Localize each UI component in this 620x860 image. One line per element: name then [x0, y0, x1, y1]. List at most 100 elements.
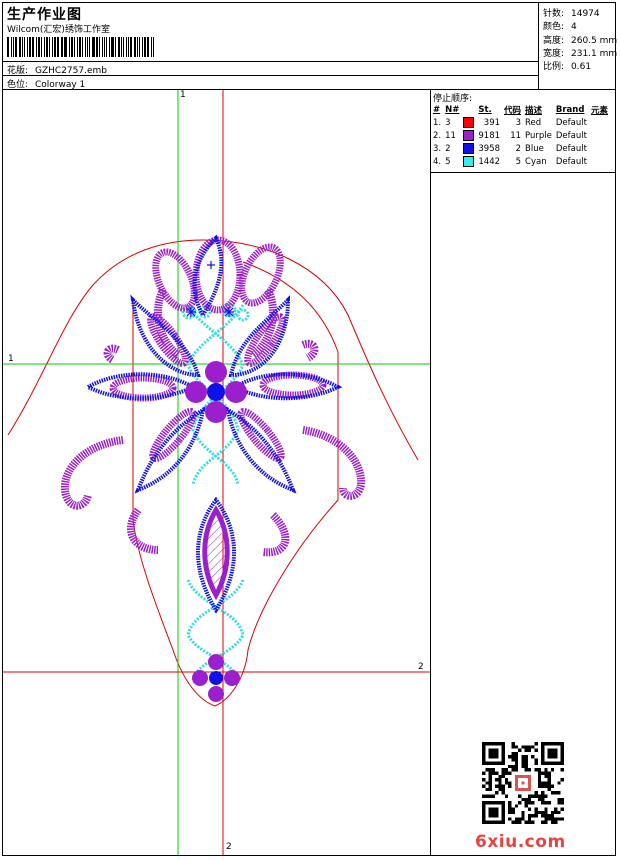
- barcode-bar: [134, 37, 136, 57]
- qr-module: [524, 801, 528, 805]
- barcode-bar: [37, 37, 41, 57]
- stop-num: 3.: [433, 143, 442, 154]
- qr-module: [527, 807, 532, 811]
- qr-module: [550, 791, 555, 795]
- barcode-bar: [51, 37, 53, 57]
- qr-module: [544, 784, 548, 788]
- divider: [3, 61, 539, 62]
- color-code: 2: [515, 143, 522, 154]
- qr-module: [488, 781, 492, 785]
- qr-module: [550, 784, 555, 788]
- qr-module: [534, 742, 538, 746]
- qr-module: [521, 758, 525, 762]
- qr-module: [514, 768, 519, 772]
- qr-module: [521, 781, 525, 785]
- qr-module: [537, 781, 542, 785]
- color-swatch-box: [463, 156, 475, 167]
- qr-module: [504, 768, 509, 772]
- element: [589, 142, 610, 155]
- stat-height: 高度: 260.5 mm: [543, 36, 618, 46]
- barcode-bar: [85, 37, 87, 57]
- qr-module: [560, 778, 564, 782]
- qr-module: [495, 771, 499, 775]
- qr-module: [544, 794, 548, 798]
- qr-module: [521, 797, 525, 802]
- barcode-bar: [14, 37, 17, 57]
- qr-module: [514, 745, 519, 749]
- qr-module: [534, 748, 538, 752]
- qr-module: [554, 817, 558, 821]
- qr-module: [544, 771, 548, 775]
- qr-module: [547, 748, 558, 759]
- qr-module: [508, 784, 512, 788]
- qr-module: [514, 820, 519, 824]
- stop-sequence-table: # N# St. 代码 描述 Brand 元素 1. 3 391 3 Red Defaul…: [431, 103, 610, 168]
- barcode-bar: [95, 37, 98, 57]
- qr-module: [527, 817, 532, 821]
- qr-module: [527, 814, 532, 818]
- qr-module: [544, 814, 548, 818]
- qr-module: [537, 774, 542, 779]
- qr-module: [524, 761, 528, 765]
- barcode-bar: [78, 37, 81, 57]
- qr-module: [495, 784, 499, 788]
- barcode-bar: [29, 37, 31, 57]
- barcode-bar: [141, 37, 143, 57]
- barcode-bar: [73, 37, 75, 57]
- stop-num: 2.: [433, 130, 442, 141]
- qr-module: [514, 755, 519, 759]
- qr-module: [511, 810, 515, 815]
- qr-module: [518, 817, 522, 821]
- qr-module: [514, 751, 519, 756]
- qr-module: [485, 787, 489, 792]
- qr-module: [508, 781, 512, 785]
- barcode-bar: [53, 37, 56, 57]
- qr-module: [560, 807, 564, 811]
- qr-module: [485, 781, 489, 785]
- qr-module: [518, 820, 522, 824]
- barcode-bar: [143, 37, 147, 57]
- table-row: 3. 2 3958 2 Blue Default: [431, 142, 610, 155]
- qr-module: [544, 817, 548, 821]
- qr-module: [531, 755, 535, 759]
- qr-module: [482, 771, 486, 775]
- qr-module: [524, 748, 528, 752]
- barcode-bar: [151, 37, 153, 57]
- qr-module: [498, 787, 502, 792]
- barcode-bar: [136, 37, 138, 57]
- qr-module: [550, 814, 555, 818]
- qr-module: [482, 784, 486, 788]
- qr-module: [541, 771, 545, 775]
- qr-module: [547, 817, 551, 821]
- qr-module: [488, 778, 492, 782]
- qr-module: [511, 807, 515, 811]
- stat-stitches: 针数: 14974: [543, 9, 600, 19]
- qr-module: [524, 820, 528, 824]
- barcode: [7, 37, 155, 57]
- barcode-bar: [128, 37, 130, 57]
- qr-module: [498, 781, 502, 785]
- qr-module: [511, 745, 515, 749]
- qr-module: [511, 751, 515, 756]
- qr-module: [488, 748, 499, 759]
- thread-brand: Default: [555, 117, 587, 128]
- thread-brand: Default: [555, 130, 587, 141]
- qr-module: [488, 771, 492, 775]
- qr-module: [504, 781, 509, 785]
- qr-module: [501, 771, 505, 775]
- color-swatch: [461, 129, 476, 142]
- qr-module: [557, 797, 561, 802]
- qr-module: [511, 758, 515, 762]
- qr-module: [524, 764, 528, 769]
- barcode-bar: [92, 37, 95, 57]
- design-stats: 针数: 14974 颜色: 4 高度: 260.5 mm 宽度: 231.1 mm 比例…: [539, 3, 618, 90]
- qr-module: [527, 820, 532, 824]
- qr-module: [550, 817, 555, 821]
- qr-module: [488, 774, 492, 779]
- barcode-bar: [81, 37, 84, 57]
- purple-petals: [109, 236, 327, 463]
- barcode-bar: [89, 37, 91, 57]
- qr-module: [518, 748, 522, 752]
- stitch-count: 1442: [478, 156, 501, 167]
- qr-module: [482, 794, 486, 798]
